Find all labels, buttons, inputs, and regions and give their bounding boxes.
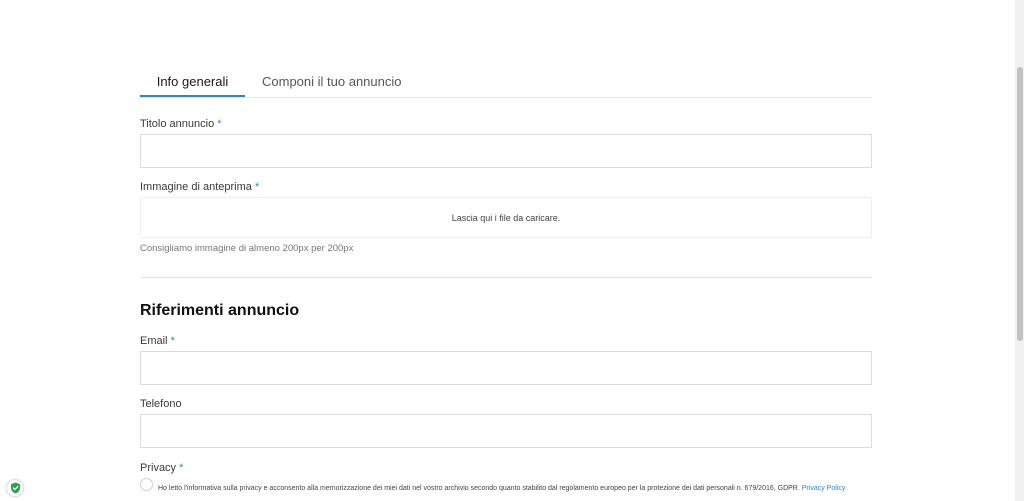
email-label: Email * (140, 335, 175, 347)
tab-componi-annuncio[interactable]: Componi il tuo annuncio (262, 74, 401, 89)
required-mark: * (217, 118, 222, 130)
phone-label: Telefono (140, 398, 182, 410)
privacy-policy-link[interactable]: Privacy Policy (802, 485, 846, 492)
dropzone-text: Lascia qui i file da caricare. (451, 213, 561, 223)
image-hint: Consigliamo immagine di almeno 200px per… (140, 243, 354, 254)
privacy-consent-radio[interactable] (140, 478, 153, 491)
active-tab-indicator (140, 95, 245, 97)
section-divider (140, 277, 872, 278)
scrollbar-thumb[interactable] (1017, 67, 1023, 341)
privacy-consent-text: Ho letto l'informativa sulla privacy e a… (158, 485, 846, 492)
title-label: Titolo annuncio * (140, 118, 222, 130)
privacy-label: Privacy * (140, 462, 184, 474)
section-title: Riferimenti annuncio (140, 302, 300, 319)
required-mark: * (170, 335, 175, 347)
shield-check-icon[interactable] (6, 479, 24, 497)
tab-info-generali[interactable]: Info generali (140, 74, 245, 89)
image-label: Immagine di anteprima * (140, 181, 260, 193)
title-input[interactable] (140, 134, 872, 168)
tab-bar: Info generali Componi il tuo annuncio (140, 62, 872, 98)
required-mark: * (179, 462, 184, 474)
phone-input[interactable] (140, 414, 872, 448)
scrollbar-track[interactable] (1015, 0, 1024, 501)
email-input[interactable] (140, 351, 872, 385)
required-mark: * (254, 181, 260, 193)
image-dropzone[interactable]: Lascia qui i file da caricare. (140, 197, 872, 238)
